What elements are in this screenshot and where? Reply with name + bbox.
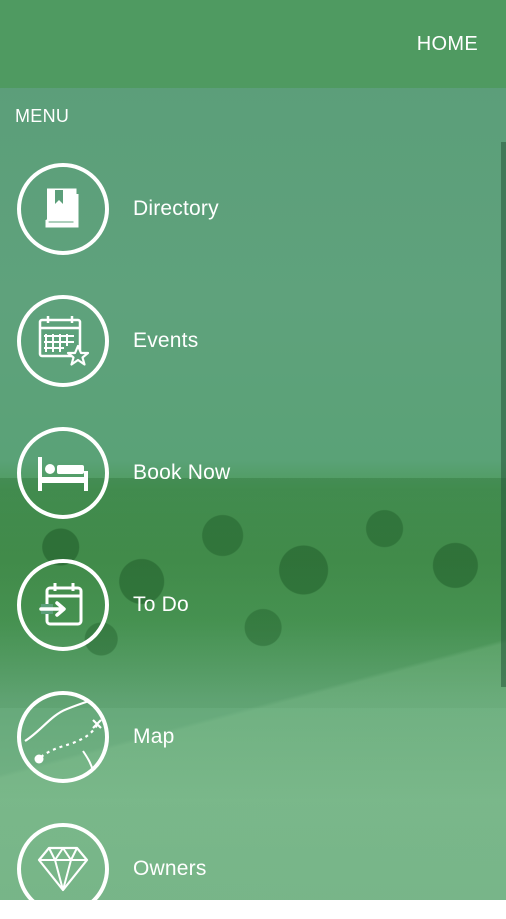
calendar-star-icon <box>17 295 109 387</box>
scrollbar[interactable] <box>501 142 506 687</box>
menu-item-owners[interactable]: Owners <box>17 819 207 919</box>
menu-item-label: Book Now <box>133 461 231 484</box>
menu-item-label: Owners <box>133 857 207 880</box>
menu-item-book-now[interactable]: Book Now <box>17 423 230 523</box>
menu-item-events[interactable]: Events <box>17 291 198 391</box>
bed-icon <box>17 427 109 519</box>
map-route-icon <box>17 691 109 783</box>
book-icon <box>17 163 109 255</box>
menu-item-map[interactable]: Map <box>17 687 174 787</box>
top-bar: HOME <box>0 0 506 88</box>
calendar-enter-icon <box>17 559 109 651</box>
menu-heading: MENU <box>15 106 70 126</box>
menu-item-label: Events <box>133 329 199 352</box>
home-button[interactable]: HOME <box>417 33 478 56</box>
menu-item-label: To Do <box>133 593 189 616</box>
menu-item-directory[interactable]: Directory <box>17 159 219 259</box>
diamond-icon <box>17 823 109 915</box>
menu-item-label: Directory <box>133 197 219 220</box>
menu-item-to-do[interactable]: To Do <box>17 555 189 655</box>
menu-item-label: Map <box>133 725 175 748</box>
